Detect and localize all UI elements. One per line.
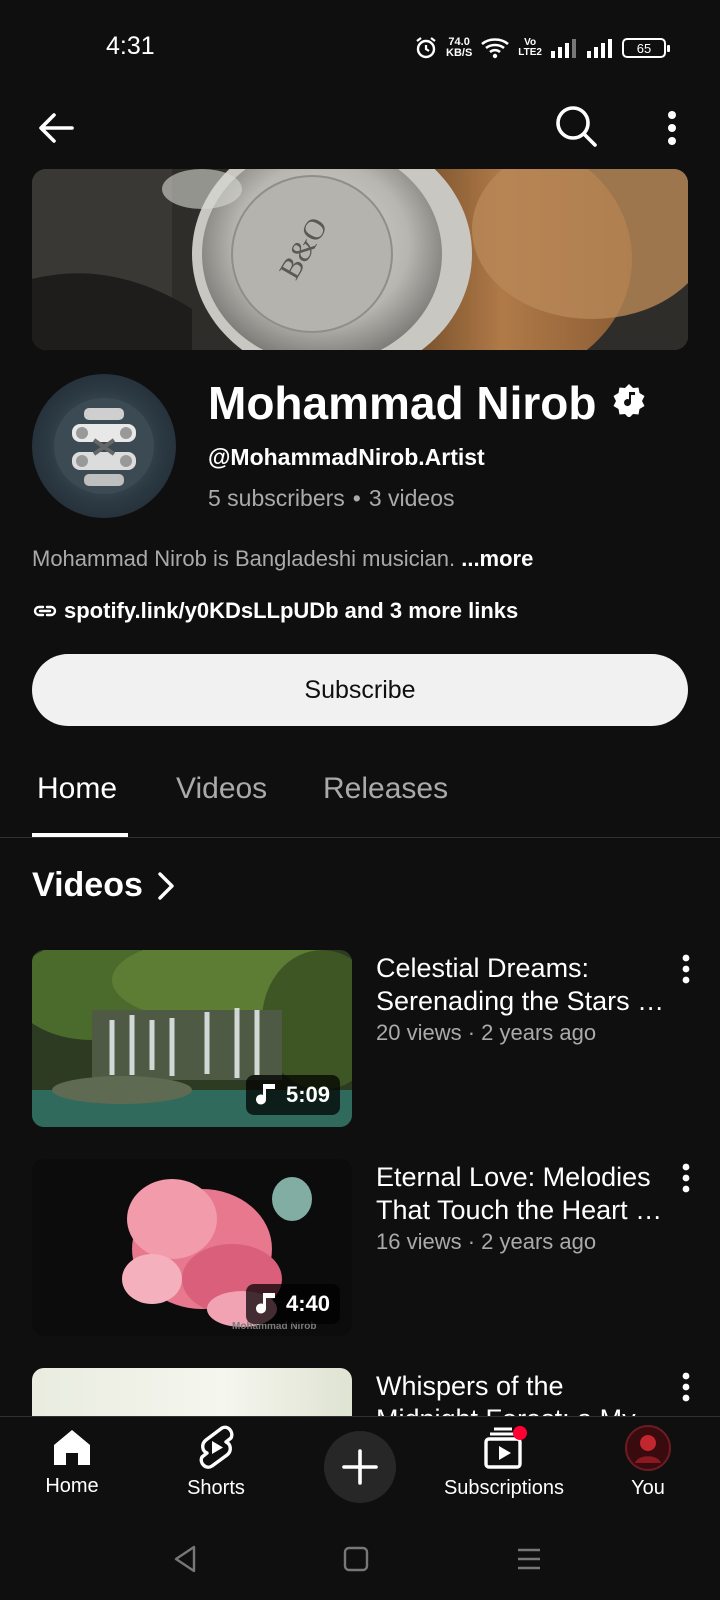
wifi-icon [481, 38, 510, 59]
video-item[interactable]: 5:09 Celestial Dreams: Serenading the St… [0, 950, 720, 1130]
channel-handle: @MohammadNirob.Artist [208, 444, 485, 470]
more-options-button[interactable] [652, 102, 692, 154]
nav-you-label: You [631, 1477, 665, 1499]
nav-home-label: Home [45, 1475, 99, 1497]
create-button[interactable] [324, 1431, 396, 1503]
signal-icon-2 [587, 39, 612, 58]
tab-home[interactable]: Home [37, 772, 117, 806]
video-item[interactable]: Mohammad Nirob 4:40 Eternal Love: Melodi… [0, 1159, 720, 1339]
video-more-icon[interactable] [680, 1163, 692, 1193]
top-app-bar [0, 96, 720, 168]
home-icon [54, 1430, 90, 1465]
search-button[interactable] [550, 100, 602, 152]
verified-artist-icon [613, 384, 645, 417]
tab-videos[interactable]: Videos [176, 772, 267, 806]
video-meta: 16 views · 2 years ago [376, 1229, 597, 1254]
channel-banner: B&O [32, 169, 688, 350]
video-duration: 4:40 [285, 1291, 330, 1316]
more-link[interactable]: ...more [461, 546, 533, 571]
video-meta: 20 views · 2 years ago [376, 1020, 597, 1045]
channel-name: Mohammad Nirob [208, 377, 597, 429]
video-duration: 5:09 [285, 1082, 330, 1107]
nav-you[interactable]: You [578, 1425, 718, 1500]
nav-subscriptions-label: Subscriptions [443, 1477, 565, 1499]
subscriptions-icon [484, 1426, 527, 1469]
active-tab-indicator [32, 833, 128, 837]
avatar-image [54, 398, 154, 494]
music-note-icon [255, 1084, 275, 1105]
alarm-icon [416, 37, 436, 59]
notification-dot [513, 1426, 527, 1440]
video-thumbnail[interactable]: Mohammad Nirob 4:40 [32, 1159, 352, 1336]
section-title: Videos [32, 866, 143, 904]
video-more-icon[interactable] [680, 1372, 692, 1402]
status-icons: 74.0 KB/S Vo LTE2 65 [414, 34, 670, 62]
music-note-icon [255, 1293, 275, 1314]
back-arrow-icon [39, 113, 74, 143]
channel-description[interactable]: Mohammad Nirob is Bangladeshi musician. … [32, 546, 533, 572]
video-title[interactable]: Eternal Love: Melodies That Touch the He… [376, 1161, 666, 1227]
more-vert-icon [668, 111, 676, 145]
volte-indicator: Vo LTE2 [518, 38, 542, 58]
system-home-icon[interactable] [343, 1546, 369, 1572]
video-thumbnail[interactable] [32, 1368, 352, 1416]
shorts-icon [199, 1425, 234, 1469]
chevron-right-icon [158, 871, 174, 900]
nav-home[interactable]: Home [2, 1425, 142, 1498]
video-more-icon[interactable] [680, 954, 692, 984]
subscribe-button[interactable]: Subscribe [32, 654, 688, 726]
plus-icon [342, 1449, 378, 1485]
duration-badge: 4:40 [245, 1284, 340, 1324]
network-speed: 74.0 KB/S [446, 37, 472, 59]
description-text: Mohammad Nirob is Bangladeshi musician. [32, 546, 456, 571]
more-links[interactable]: and 3 more links [345, 598, 519, 624]
speed-unit: KB/S [446, 47, 473, 59]
channel-links[interactable]: spotify.link/y0KDsLLpUDb and 3 more link… [32, 598, 518, 624]
videos-section-header[interactable]: Videos [32, 866, 175, 905]
nav-shorts-label: Shorts [187, 1477, 245, 1499]
video-title[interactable]: Celestial Dreams: Serenading the Stars … [376, 952, 666, 1018]
channel-stats: 5 subscribers • 3 videos [208, 485, 455, 512]
banner-image: B&O [32, 169, 688, 350]
channel-tabs: Home Videos Releases [0, 756, 720, 838]
system-recents-icon[interactable] [516, 1546, 542, 1572]
video-item[interactable]: Whispers of the Midnight Forest: a My… [0, 1368, 720, 1416]
video-count: 3 videos [368, 485, 455, 511]
system-back-icon[interactable] [172, 1544, 198, 1574]
link-icon [33, 605, 57, 617]
video-title[interactable]: Whispers of the Midnight Forest: a My… [376, 1370, 666, 1416]
duration-badge: 5:09 [245, 1075, 340, 1115]
nav-subscriptions[interactable]: Subscriptions [434, 1425, 574, 1500]
video-thumbnail[interactable]: 5:09 [32, 950, 352, 1127]
battery-icon: 65 [622, 38, 670, 58]
status-bar: 4:31 74.0 KB/S Vo LTE2 65 [0, 0, 720, 96]
bottom-navigation: Home Shorts Subscriptions You [0, 1416, 720, 1526]
avatar [625, 1425, 671, 1471]
subscriber-count: 5 subscribers [208, 485, 345, 511]
back-button[interactable] [30, 102, 82, 154]
spotify-link[interactable]: spotify.link/y0KDsLLpUDb [64, 598, 339, 624]
volte-bottom: LTE2 [518, 47, 542, 58]
nav-shorts[interactable]: Shorts [146, 1425, 286, 1500]
stats-separator: • [352, 485, 361, 511]
channel-avatar[interactable] [32, 374, 176, 518]
tab-releases[interactable]: Releases [323, 772, 448, 806]
signal-icon [551, 39, 576, 58]
search-icon [556, 106, 597, 147]
system-navigation-bar [0, 1526, 720, 1600]
status-time: 4:31 [106, 32, 155, 60]
